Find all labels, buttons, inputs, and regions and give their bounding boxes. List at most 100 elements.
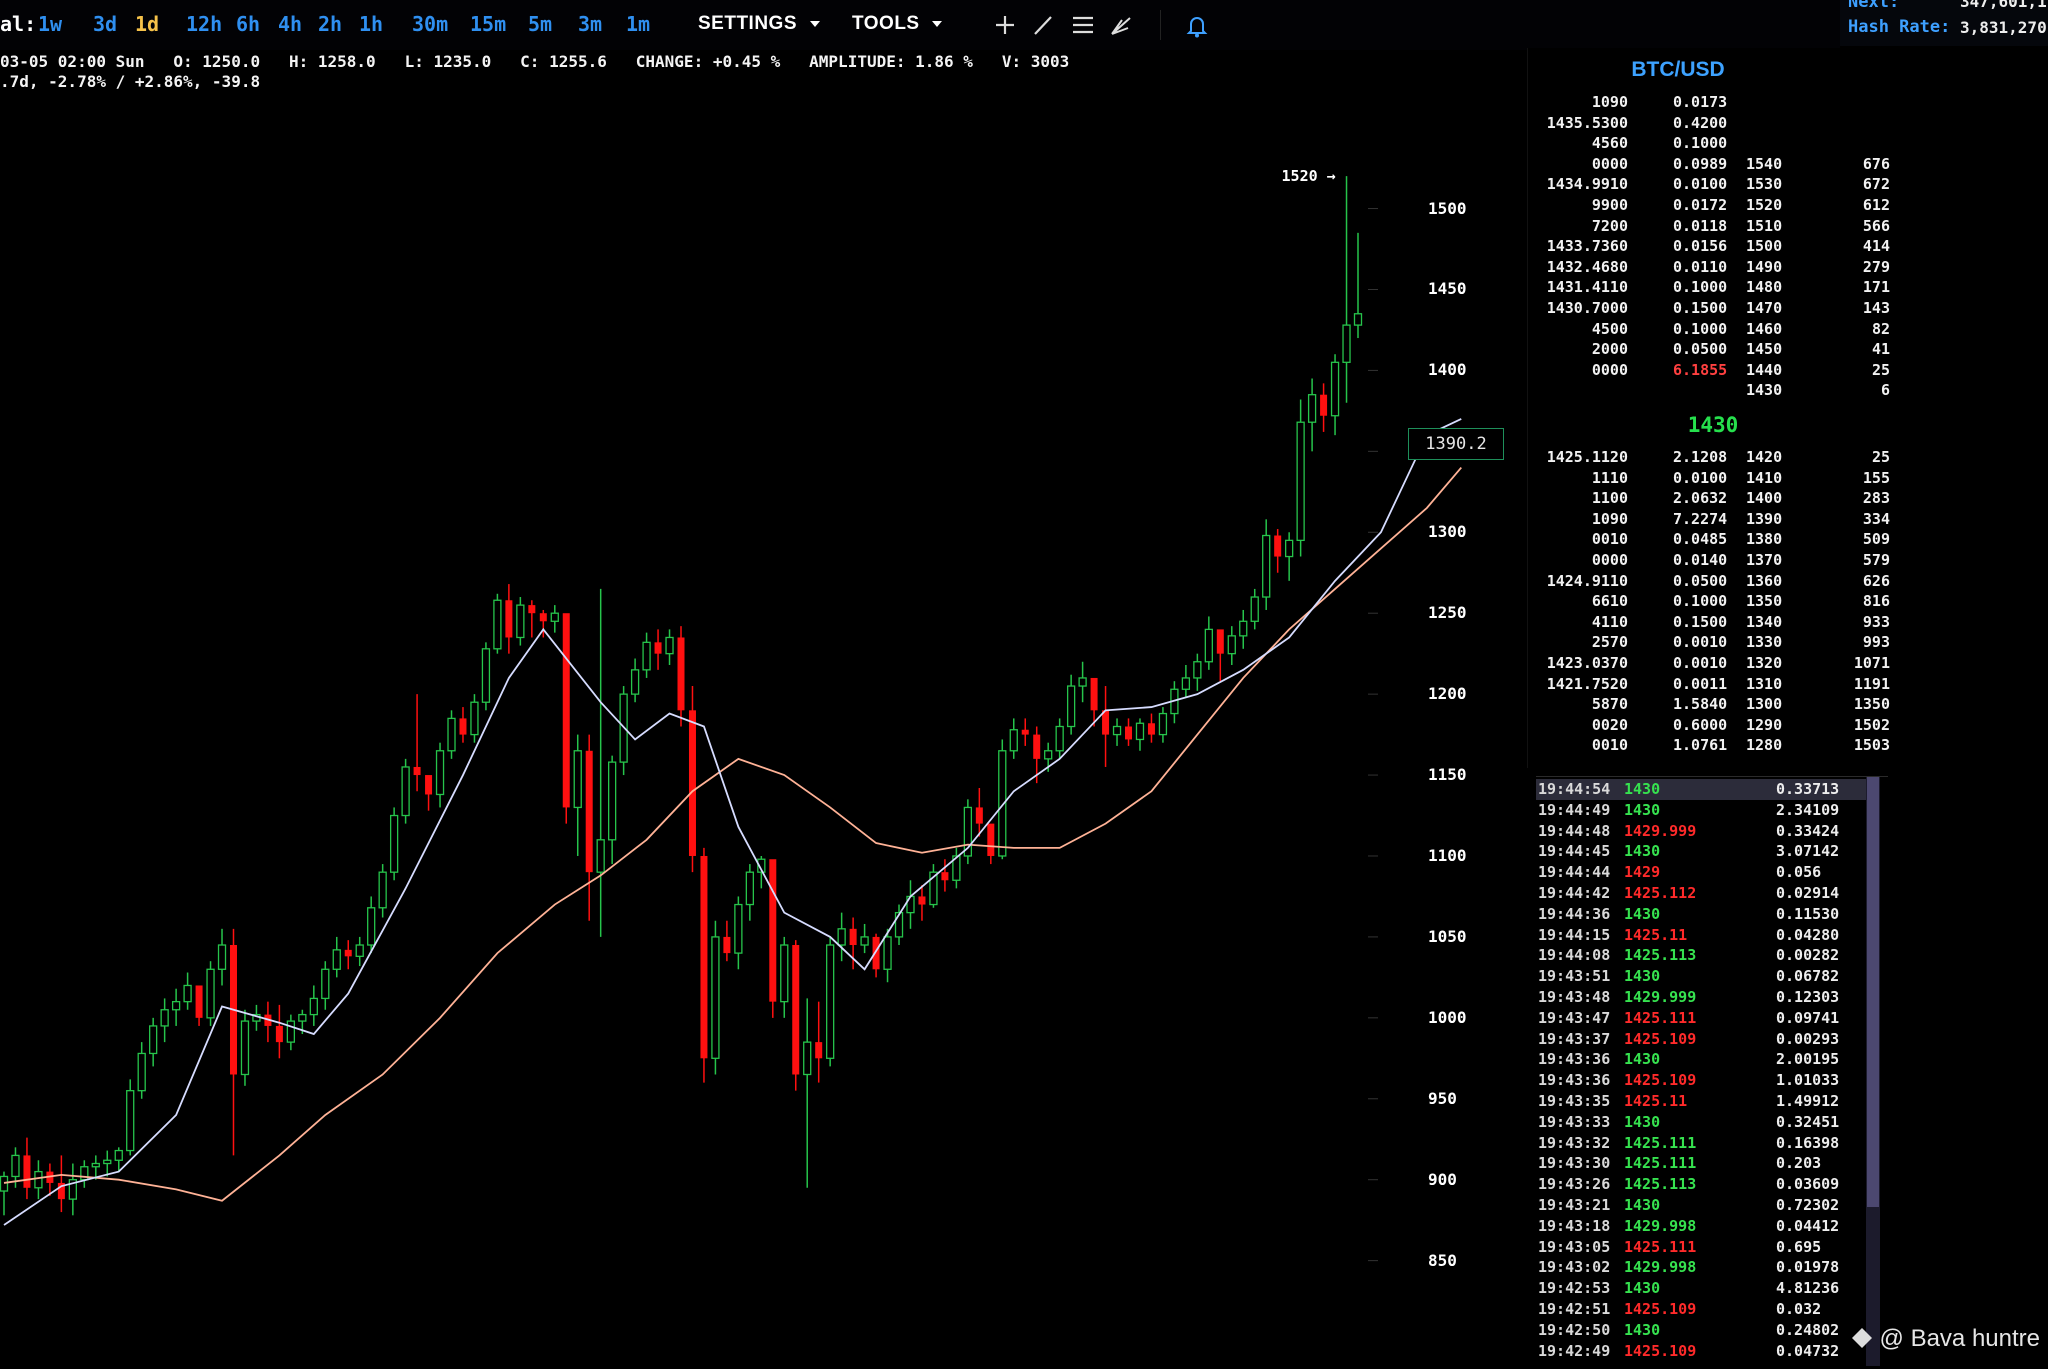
order-amount: 0.6000 — [1673, 715, 1728, 734]
candle — [1078, 661, 1087, 703]
order-book-row[interactable]: 2000 0.0500 1450 41 — [1528, 340, 1890, 360]
trade-row: 19:42:49 1425.109 0.04732 — [1536, 1341, 1866, 1362]
trade-time: 19:42:53 — [1538, 1279, 1611, 1298]
order-book-row[interactable]: 9900 0.0172 1520 612 — [1528, 196, 1890, 216]
order-book-row[interactable]: 6610 0.1000 1350 816 — [1528, 592, 1890, 612]
trade-row: 19:44:44 1429 0.056 — [1536, 862, 1866, 883]
y-tick-label: 850 — [1428, 1250, 1457, 1270]
order-book-row[interactable]: 0010 0.0485 1380 509 — [1528, 530, 1890, 550]
candle — [23, 1137, 31, 1200]
candle — [401, 758, 410, 824]
order-book: BTC/USD 1090 0.0173 1435.5300 0.4200 4560 0.1… — [1527, 48, 1890, 768]
order-book-row[interactable]: 1110 0.0100 1410 155 — [1528, 469, 1890, 489]
candle — [137, 1042, 146, 1099]
order-book-row[interactable]: 1421.7520 0.0011 1310 1191 — [1528, 675, 1890, 695]
trade-price: 1429.998 — [1624, 1258, 1697, 1277]
order-amount: 0.0110 — [1673, 257, 1728, 276]
trade-amount: 0.056 — [1776, 863, 1822, 882]
timeframe-4h[interactable]: 4h — [278, 12, 302, 36]
order-book-row[interactable]: 0000 0.0140 1370 579 — [1528, 551, 1890, 571]
depth-level: 1300 — [1746, 695, 1783, 714]
order-amount: 0.0989 — [1673, 154, 1728, 173]
order-book-row[interactable]: 1090 7.2274 1390 334 — [1528, 510, 1890, 530]
order-book-row[interactable]: 0000 0.0989 1540 676 — [1528, 155, 1890, 175]
y-tick-label: 1450 — [1428, 279, 1467, 299]
trade-price: 1425.11 — [1624, 925, 1688, 944]
trade-row: 19:43:36 1425.109 1.01033 — [1536, 1070, 1866, 1091]
depth-total: 676 — [1862, 154, 1890, 173]
timeframe-30m[interactable]: 30m — [412, 12, 448, 36]
order-book-row[interactable]: 5870 1.5840 1300 1350 — [1528, 695, 1890, 715]
timeframe-1d[interactable]: 1d — [135, 12, 159, 36]
order-amount: 0.0156 — [1673, 237, 1728, 256]
candle — [826, 936, 835, 1067]
trade-scrollbar-thumb[interactable] — [1867, 777, 1879, 1207]
tools-menu[interactable]: TOOLS — [852, 13, 943, 35]
order-book-row[interactable]: 4560 0.1000 — [1528, 134, 1890, 154]
trade-time: 19:44:08 — [1538, 946, 1611, 965]
order-book-row[interactable]: 1423.0370 0.0010 1320 1071 — [1528, 654, 1890, 674]
candle — [459, 707, 467, 743]
settings-menu[interactable]: SETTINGS — [698, 13, 821, 35]
candle — [815, 1001, 823, 1083]
timeframe-15m[interactable]: 15m — [470, 12, 506, 36]
trade-amount: 0.09741 — [1776, 1008, 1840, 1027]
fib-tool-icon[interactable] — [1104, 8, 1138, 42]
bell-alert-icon[interactable] — [1180, 8, 1214, 42]
price-chart[interactable]: 1520 → 150014501400135013001250120011501… — [0, 95, 1525, 1365]
order-book-row[interactable]: 0020 0.6000 1290 1502 — [1528, 716, 1890, 736]
order-book-row[interactable]: 0000 6.1855 1440 25 — [1528, 361, 1890, 381]
order-book-row[interactable]: 4110 0.1500 1340 933 — [1528, 613, 1890, 633]
order-price: 4560 — [1591, 134, 1628, 153]
trade-time: 19:44:54 — [1538, 780, 1611, 798]
depth-total: 993 — [1862, 633, 1890, 652]
order-book-row[interactable]: 1434.9910 0.0100 1530 672 — [1528, 175, 1890, 195]
order-book-row[interactable]: 1424.9110 0.0500 1360 626 — [1528, 572, 1890, 592]
order-book-row[interactable]: 1100 2.0632 1400 283 — [1528, 489, 1890, 509]
depth-level: 1450 — [1746, 340, 1783, 359]
candle — [1320, 383, 1328, 432]
timeframe-6h[interactable]: 6h — [236, 12, 260, 36]
order-book-row[interactable]: 1433.7360 0.0156 1500 414 — [1528, 237, 1890, 257]
trade-scrollbar[interactable] — [1866, 777, 1880, 1366]
candle — [780, 936, 789, 1018]
order-book-row[interactable]: 0010 1.0761 1280 1503 — [1528, 736, 1890, 756]
order-amount: 1.0761 — [1673, 736, 1728, 755]
horizontal-lines-tool-icon[interactable] — [1066, 8, 1100, 42]
candle — [195, 985, 203, 1026]
order-amount: 0.1000 — [1673, 592, 1728, 611]
order-book-row[interactable]: 1430 6 — [1528, 381, 1890, 401]
timeframe-1m[interactable]: 1m — [626, 12, 650, 36]
timeframe-3d[interactable]: 3d — [93, 12, 117, 36]
crosshair-tool-icon[interactable] — [988, 8, 1022, 42]
trade-price: 1425.109 — [1624, 1341, 1697, 1360]
order-book-row[interactable]: 4500 0.1000 1460 82 — [1528, 320, 1890, 340]
candle — [80, 1160, 89, 1188]
timeframe-1w[interactable]: 1w — [38, 12, 62, 36]
depth-level: 1440 — [1746, 360, 1783, 379]
timeframe-3m[interactable]: 3m — [578, 12, 602, 36]
trade-row: 19:43:32 1425.111 0.16398 — [1536, 1133, 1866, 1154]
order-book-row[interactable]: 1435.5300 0.4200 — [1528, 114, 1890, 134]
timeframe-1h[interactable]: 1h — [359, 12, 383, 36]
trade-amount: 0.00282 — [1776, 946, 1840, 965]
order-book-row[interactable]: 2570 0.0010 1330 993 — [1528, 633, 1890, 653]
order-book-row[interactable]: 1425.1120 2.1208 1420 25 — [1528, 448, 1890, 468]
candle — [987, 823, 995, 865]
trade-time: 19:43:37 — [1538, 1029, 1611, 1048]
order-book-row[interactable]: 1431.4110 0.1000 1480 171 — [1528, 278, 1890, 298]
candle — [1102, 686, 1110, 767]
trade-time: 19:43:33 — [1538, 1112, 1611, 1131]
depth-total: 1191 — [1853, 674, 1890, 693]
order-book-row[interactable]: 1090 0.0173 — [1528, 93, 1890, 113]
order-book-row[interactable]: 1432.4680 0.0110 1490 279 — [1528, 258, 1890, 278]
order-book-row[interactable]: 1430.7000 0.1500 1470 143 — [1528, 299, 1890, 319]
candle — [321, 961, 330, 1010]
settings-menu-label: SETTINGS — [698, 13, 798, 34]
timeframe-5m[interactable]: 5m — [528, 12, 552, 36]
order-book-row[interactable]: 7200 0.0118 1510 566 — [1528, 217, 1890, 237]
timeframe-12h[interactable]: 12h — [186, 12, 222, 36]
trend-line-tool-icon[interactable] — [1026, 8, 1060, 42]
trade-amount: 0.203 — [1776, 1154, 1822, 1173]
timeframe-2h[interactable]: 2h — [318, 12, 342, 36]
